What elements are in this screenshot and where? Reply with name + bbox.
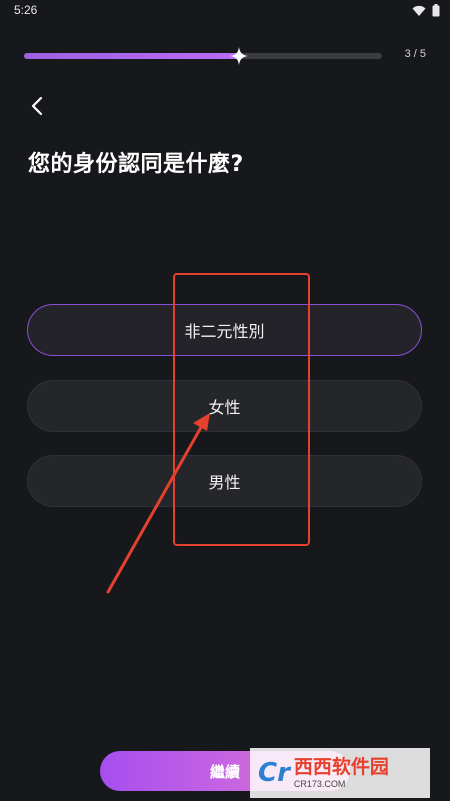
status-bar: 5:26 <box>0 0 450 24</box>
watermark-text-block: 西西软件园 CR173.COM <box>293 755 389 789</box>
watermark-domain: CR173.COM <box>293 778 346 789</box>
status-time: 5:26 <box>14 3 38 17</box>
sparkle-icon <box>229 47 248 65</box>
progress-fill <box>24 53 239 59</box>
watermark-logo-mark: Cr <box>258 758 290 788</box>
battery-icon <box>432 4 440 17</box>
chevron-left-icon <box>31 96 43 116</box>
annotation-highlight-box <box>173 273 310 546</box>
back-button[interactable] <box>24 92 52 120</box>
progress-label: 3 / 5 <box>404 48 426 60</box>
continue-label: 繼續 <box>209 762 240 781</box>
status-icons <box>412 4 440 17</box>
question-title: 您的身份認同是什麼? <box>28 152 244 177</box>
watermark-brand: 西西软件园 <box>293 755 389 778</box>
wifi-icon <box>412 5 426 16</box>
watermark-logo: Cr 西西软件园 CR173.COM <box>250 748 430 798</box>
progress-bar <box>24 47 382 65</box>
